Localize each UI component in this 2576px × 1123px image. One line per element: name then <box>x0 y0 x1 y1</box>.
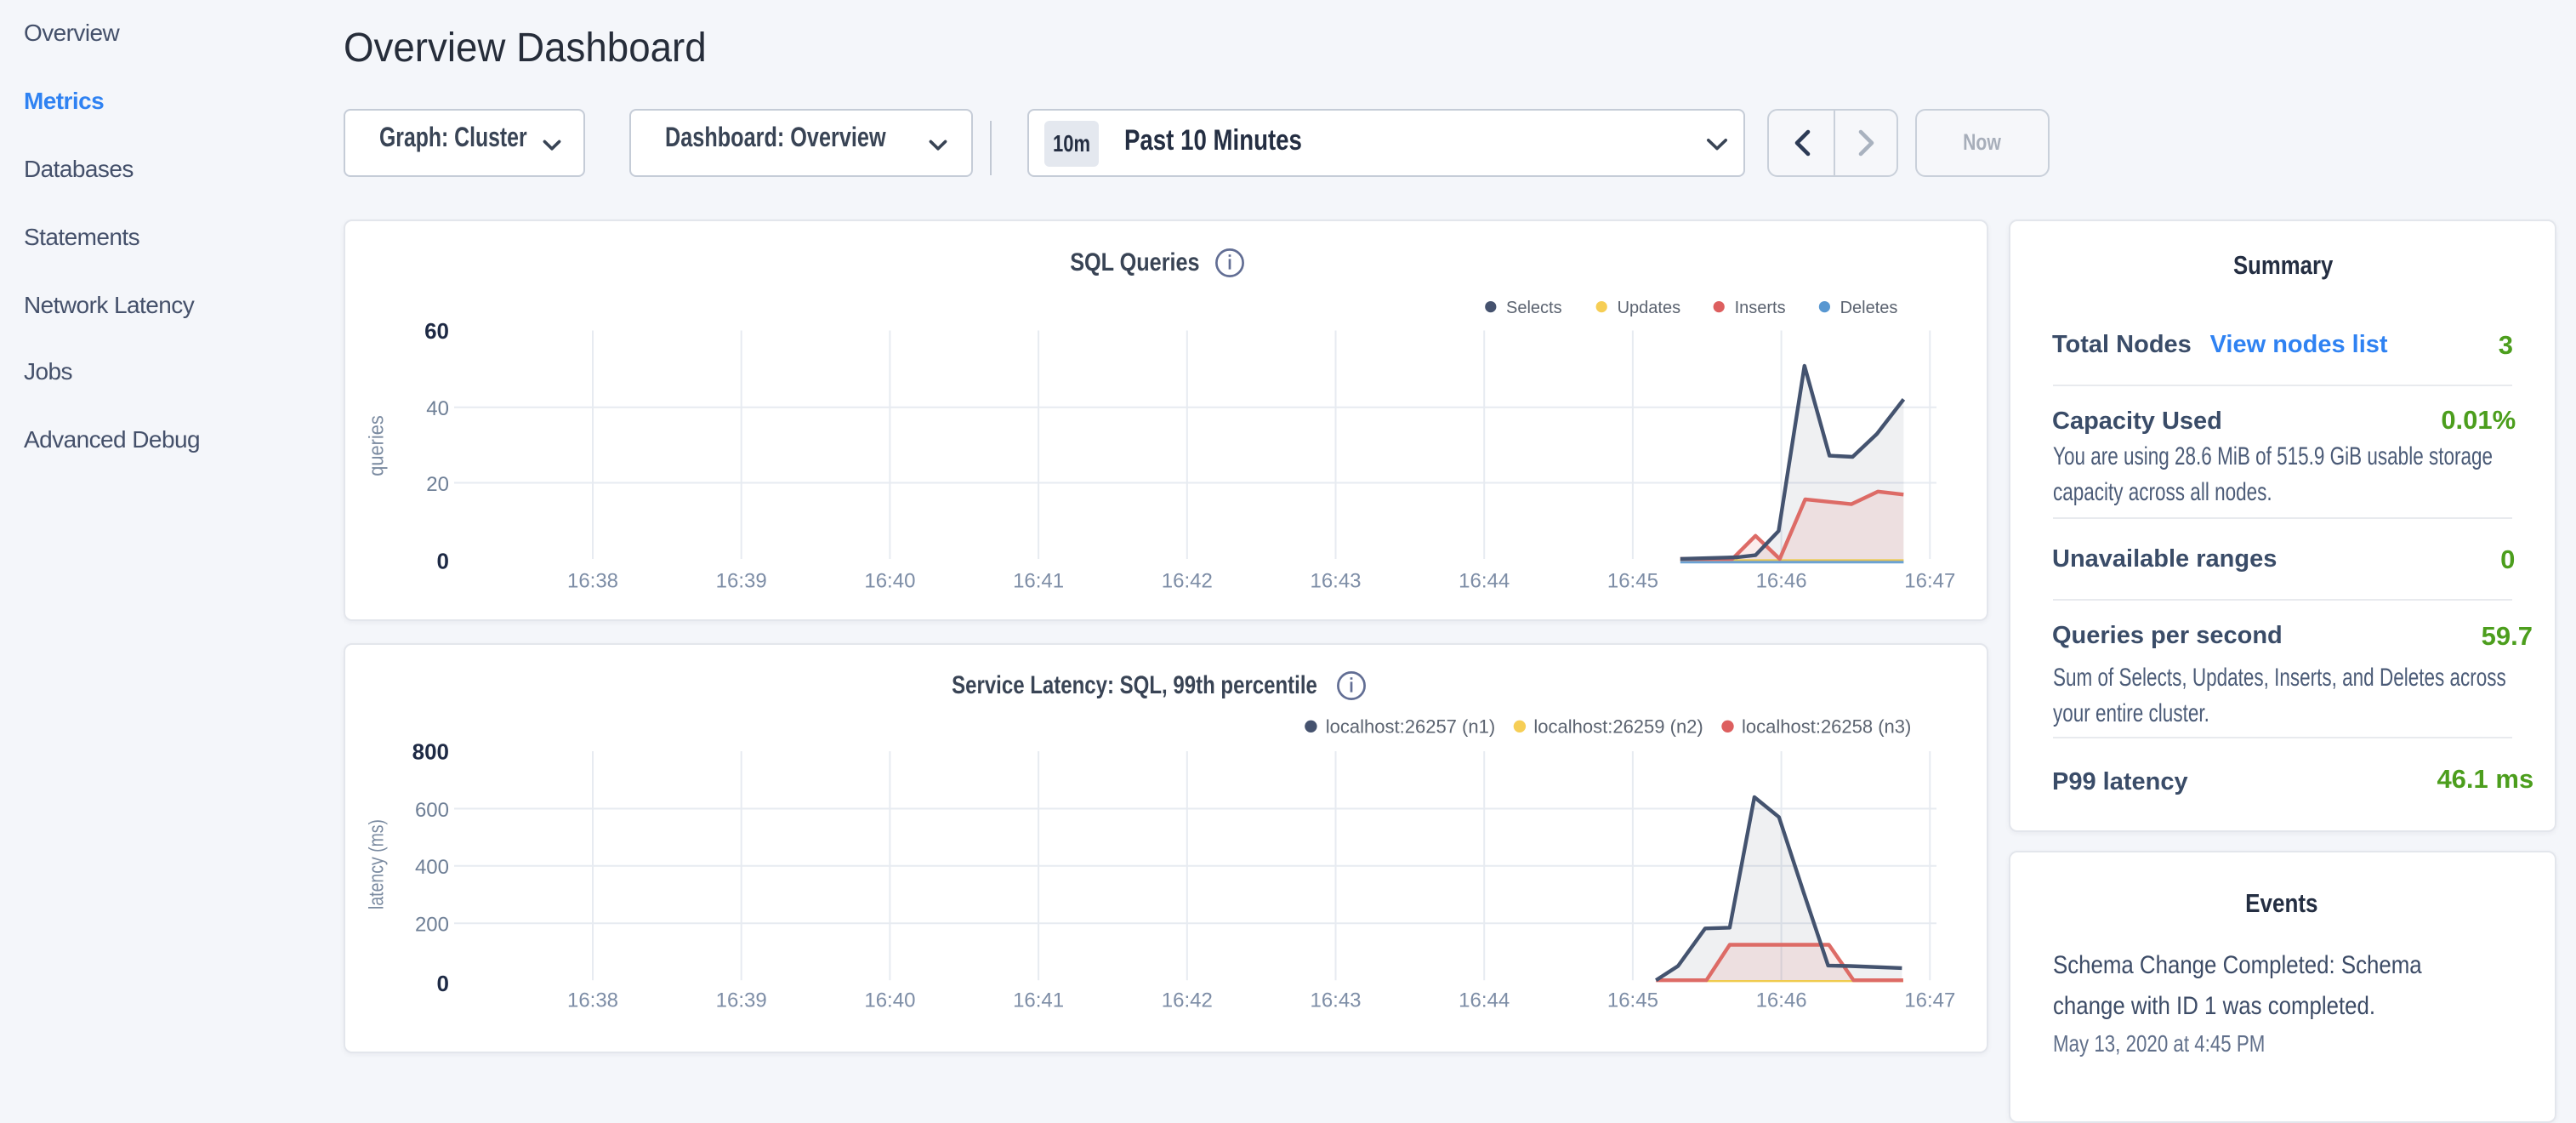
svg-text:16:46: 16:46 <box>1756 569 1807 592</box>
svg-text:16:45: 16:45 <box>1607 569 1658 592</box>
svg-text:16:38: 16:38 <box>567 569 618 592</box>
svg-text:latency (ms): latency (ms) <box>366 819 389 909</box>
svg-text:16:42: 16:42 <box>1162 569 1213 592</box>
svg-text:60: 60 <box>424 318 449 344</box>
svg-text:Inserts: Inserts <box>1735 299 1786 317</box>
svg-text:16:47: 16:47 <box>1904 569 1955 592</box>
svg-text:400: 400 <box>415 856 449 879</box>
svg-text:0: 0 <box>437 971 449 996</box>
svg-text:Service Latency: SQL, 99th per: Service Latency: SQL, 99th percentile <box>952 671 1317 699</box>
svg-text:16:44: 16:44 <box>1459 569 1510 592</box>
svg-text:localhost:26259 (n2): localhost:26259 (n2) <box>1533 716 1703 738</box>
svg-text:localhost:26258 (n3): localhost:26258 (n3) <box>1742 716 1911 738</box>
svg-text:16:45: 16:45 <box>1607 989 1658 1012</box>
svg-text:16:41: 16:41 <box>1013 569 1064 592</box>
svg-text:Updates: Updates <box>1618 299 1681 317</box>
svg-text:20: 20 <box>426 473 449 496</box>
svg-text:200: 200 <box>415 913 449 936</box>
svg-text:800: 800 <box>412 738 449 764</box>
svg-text:Deletes: Deletes <box>1840 299 1898 317</box>
svg-text:16:47: 16:47 <box>1904 989 1955 1012</box>
svg-text:600: 600 <box>415 799 449 822</box>
svg-text:16:40: 16:40 <box>864 569 915 592</box>
svg-text:40: 40 <box>426 397 449 420</box>
svg-text:queries: queries <box>366 415 389 476</box>
svg-text:16:44: 16:44 <box>1459 989 1510 1012</box>
svg-text:16:41: 16:41 <box>1013 989 1064 1012</box>
svg-text:16:39: 16:39 <box>716 569 767 592</box>
svg-text:0: 0 <box>437 549 449 574</box>
svg-text:Selects: Selects <box>1506 299 1562 317</box>
svg-text:16:42: 16:42 <box>1162 989 1213 1012</box>
svg-text:localhost:26257 (n1): localhost:26257 (n1) <box>1326 716 1495 738</box>
svg-text:SQL Queries: SQL Queries <box>1070 248 1199 276</box>
svg-text:16:40: 16:40 <box>864 989 915 1012</box>
svg-text:16:46: 16:46 <box>1756 989 1807 1012</box>
svg-text:16:43: 16:43 <box>1310 569 1361 592</box>
svg-text:16:38: 16:38 <box>567 989 618 1012</box>
svg-text:16:43: 16:43 <box>1310 989 1361 1012</box>
svg-text:16:39: 16:39 <box>716 989 767 1012</box>
